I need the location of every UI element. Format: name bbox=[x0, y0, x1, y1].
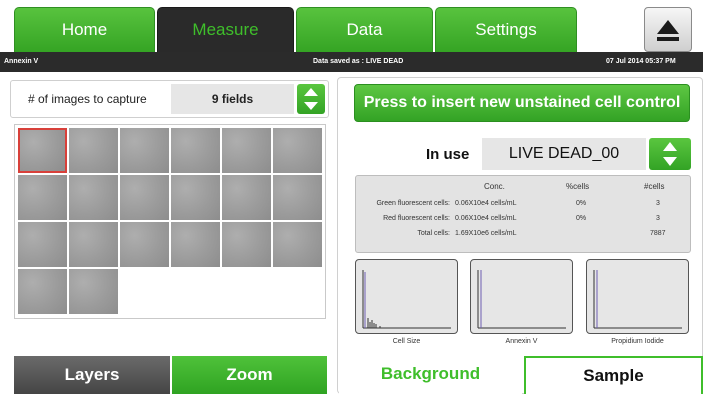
image-thumbnail[interactable] bbox=[120, 128, 169, 173]
results-table: Conc. %cells #cells Green fluorescent ce… bbox=[355, 175, 691, 253]
app-window: Home Measure Data Settings Annexin V Dat… bbox=[0, 0, 703, 396]
zoom-button[interactable]: Zoom bbox=[172, 356, 327, 394]
tab-settings[interactable]: Settings bbox=[435, 7, 577, 52]
image-thumbnail[interactable] bbox=[69, 222, 118, 267]
protocol-name: Annexin V bbox=[4, 58, 39, 65]
propidium-iodide-label: Propidium Iodide bbox=[611, 338, 664, 345]
image-thumbnail[interactable] bbox=[69, 175, 118, 220]
eject-button[interactable] bbox=[644, 7, 692, 52]
row-num: 3 bbox=[656, 200, 660, 207]
image-thumbnail[interactable] bbox=[222, 175, 271, 220]
image-thumbnail[interactable] bbox=[171, 222, 220, 267]
row-pct: 0% bbox=[576, 200, 587, 207]
histogram-plot bbox=[477, 270, 566, 329]
image-thumbnail[interactable] bbox=[18, 175, 67, 220]
data-saved-text: Data saved as : LIVE DEAD bbox=[313, 58, 404, 65]
capture-count-stepper[interactable] bbox=[297, 84, 325, 114]
date-time: 07 Jul 2014 05:37 PM bbox=[606, 58, 676, 65]
header-conc: Conc. bbox=[484, 182, 505, 191]
tab-data[interactable]: Data bbox=[296, 7, 433, 52]
image-thumbnail[interactable] bbox=[18, 222, 67, 267]
header-num: #cells bbox=[644, 182, 665, 191]
row-label: Red fluorescent cells: bbox=[383, 215, 450, 222]
capture-count-label: # of images to capture bbox=[28, 92, 147, 106]
capture-count-row: # of images to capture 9 fields bbox=[10, 80, 329, 118]
image-thumbnail[interactable] bbox=[18, 128, 67, 173]
image-thumbnail[interactable] bbox=[222, 222, 271, 267]
sample-tab[interactable]: Sample bbox=[524, 356, 703, 394]
annexin-v-label: Annexin V bbox=[505, 338, 538, 345]
image-thumbnail[interactable] bbox=[273, 222, 322, 267]
propidium-iodide-histogram[interactable] bbox=[586, 259, 689, 334]
image-thumbnail[interactable] bbox=[273, 128, 322, 173]
row-num: 7887 bbox=[650, 230, 666, 237]
up-down-arrows-icon bbox=[663, 142, 677, 166]
capture-count-value[interactable]: 9 fields bbox=[171, 84, 294, 114]
status-bar: Annexin V Data saved as : LIVE DEAD 07 J… bbox=[0, 52, 703, 72]
in-use-label: In use bbox=[426, 146, 470, 163]
layers-button[interactable]: Layers bbox=[14, 356, 170, 394]
image-thumbnail[interactable] bbox=[69, 269, 118, 314]
histogram-plot bbox=[362, 270, 451, 329]
cell-size-label: Cell Size bbox=[392, 338, 421, 345]
image-thumbnail[interactable] bbox=[120, 222, 169, 267]
image-thumbnail[interactable] bbox=[69, 128, 118, 173]
image-thumbnail[interactable] bbox=[120, 175, 169, 220]
row-num: 3 bbox=[656, 215, 660, 222]
image-thumbnail[interactable] bbox=[222, 128, 271, 173]
image-thumbnail[interactable] bbox=[171, 175, 220, 220]
tab-home[interactable]: Home bbox=[14, 7, 155, 52]
background-tab[interactable]: Background bbox=[339, 354, 522, 394]
cell-size-histogram[interactable] bbox=[355, 259, 458, 334]
row-label: Green fluorescent cells: bbox=[376, 200, 450, 207]
image-thumbnail[interactable] bbox=[18, 269, 67, 314]
histogram-plot bbox=[593, 270, 682, 329]
in-use-stepper[interactable] bbox=[649, 138, 691, 170]
row-conc: 0.06X10e4 cells/mL bbox=[455, 215, 517, 222]
header-pct: %cells bbox=[566, 182, 590, 191]
row-conc: 0.06X10e4 cells/mL bbox=[455, 200, 517, 207]
row-label: Total cells: bbox=[417, 230, 450, 237]
insert-control-button[interactable]: Press to insert new unstained cell contr… bbox=[354, 84, 690, 122]
image-thumbnail[interactable] bbox=[171, 128, 220, 173]
up-down-arrows-icon bbox=[304, 88, 318, 110]
in-use-select[interactable]: LIVE DEAD_00 bbox=[482, 138, 646, 170]
row-pct: 0% bbox=[576, 215, 587, 222]
image-thumbnail[interactable] bbox=[273, 175, 322, 220]
eject-icon bbox=[657, 19, 679, 41]
tab-measure[interactable]: Measure bbox=[157, 7, 294, 52]
top-nav: Home Measure Data Settings bbox=[0, 0, 703, 52]
image-grid bbox=[14, 124, 326, 319]
annexin-v-histogram[interactable] bbox=[470, 259, 573, 334]
row-conc: 1.69X10e6 cells/mL bbox=[455, 230, 517, 237]
